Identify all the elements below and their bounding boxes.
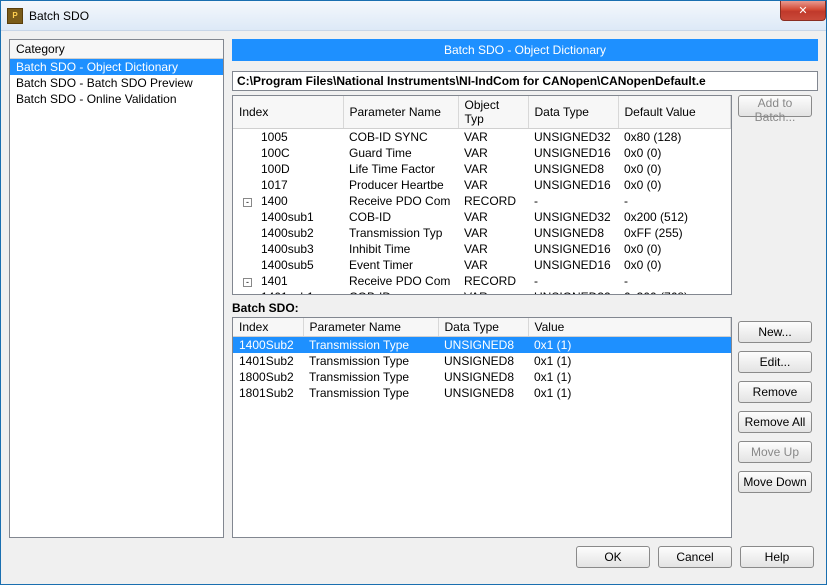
file-path-text: C:\Program Files\National Instruments\NI… (237, 74, 706, 88)
table-row[interactable]: 100CGuard TimeVARUNSIGNED160x0 (0) (233, 145, 731, 161)
table-row[interactable]: 1401Sub2Transmission TypeUNSIGNED80x1 (1… (233, 353, 731, 369)
add-to-batch-button[interactable]: Add to Batch... (738, 95, 812, 117)
bcol-value[interactable]: Value (528, 318, 731, 337)
table-row[interactable]: 1400Sub2Transmission TypeUNSIGNED80x1 (1… (233, 337, 731, 354)
batch-sdo-label: Batch SDO: (232, 301, 818, 315)
new-button[interactable]: New... (738, 321, 812, 343)
sidebar-item-0[interactable]: Batch SDO - Object Dictionary (10, 59, 223, 75)
dialog-footer: OK Cancel Help (9, 538, 818, 576)
edit-button[interactable]: Edit... (738, 351, 812, 373)
window-title: Batch SDO (29, 9, 89, 23)
remove-all-button[interactable]: Remove All (738, 411, 812, 433)
client-area: Category Batch SDO - Object DictionaryBa… (1, 31, 826, 584)
close-button[interactable]: ✕ (780, 1, 826, 21)
batch-buttons: New... Edit... Remove Remove All Move Up… (738, 317, 818, 538)
titlebar: P Batch SDO ✕ (1, 1, 826, 31)
object-dictionary-table[interactable]: Index Parameter Name Object Typ Data Typ… (232, 95, 732, 295)
bcol-pname[interactable]: Parameter Name (303, 318, 438, 337)
content-pane: Batch SDO - Object Dictionary C:\Program… (232, 39, 818, 538)
object-dictionary-area: Index Parameter Name Object Typ Data Typ… (232, 95, 818, 295)
cancel-button[interactable]: Cancel (658, 546, 732, 568)
upper-side-buttons: Add to Batch... (738, 95, 818, 295)
col-pname[interactable]: Parameter Name (343, 96, 458, 129)
table-row[interactable]: 1400sub5Event TimerVARUNSIGNED160x0 (0) (233, 257, 731, 273)
col-otype[interactable]: Object Typ (458, 96, 528, 129)
table-row[interactable]: 1400sub1COB-IDVARUNSIGNED320x200 (512) (233, 209, 731, 225)
page-banner: Batch SDO - Object Dictionary (232, 39, 818, 61)
table-row[interactable]: 1800Sub2Transmission TypeUNSIGNED80x1 (1… (233, 369, 731, 385)
table-row[interactable]: 1400sub2Transmission TypVARUNSIGNED80xFF… (233, 225, 731, 241)
col-index[interactable]: Index (233, 96, 343, 129)
file-path-display: C:\Program Files\National Instruments\NI… (232, 71, 818, 91)
table-row[interactable]: 1401sub1COB-IDVARUNSIGNED320x300 (768) (233, 289, 731, 295)
close-icon: ✕ (798, 4, 807, 17)
move-down-button[interactable]: Move Down (738, 471, 812, 493)
bcol-dtype[interactable]: Data Type (438, 318, 528, 337)
banner-text: Batch SDO - Object Dictionary (444, 43, 606, 57)
table-row[interactable]: -1401Receive PDO ComRECORD-- (233, 273, 731, 289)
main-row: Category Batch SDO - Object DictionaryBa… (9, 39, 818, 538)
table-row[interactable]: 1017Producer HeartbeVARUNSIGNED160x0 (0) (233, 177, 731, 193)
tree-collapse-icon[interactable]: - (243, 278, 252, 287)
table-row[interactable]: 1801Sub2Transmission TypeUNSIGNED80x1 (1… (233, 385, 731, 401)
table-row[interactable]: 100DLife Time FactorVARUNSIGNED80x0 (0) (233, 161, 731, 177)
bcol-index[interactable]: Index (233, 318, 303, 337)
app-icon: P (7, 8, 23, 24)
help-button[interactable]: Help (740, 546, 814, 568)
batch-sdo-table[interactable]: Index Parameter Name Data Type Value 140… (232, 317, 732, 538)
batch-sdo-window: P Batch SDO ✕ Category Batch SDO - Objec… (0, 0, 827, 585)
sidebar-item-2[interactable]: Batch SDO - Online Validation (10, 91, 223, 107)
ok-button[interactable]: OK (576, 546, 650, 568)
sidebar-item-1[interactable]: Batch SDO - Batch SDO Preview (10, 75, 223, 91)
remove-button[interactable]: Remove (738, 381, 812, 403)
tree-collapse-icon[interactable]: - (243, 198, 252, 207)
col-default[interactable]: Default Value (618, 96, 731, 129)
table-row[interactable]: 1005COB-ID SYNCVARUNSIGNED320x80 (128) (233, 129, 731, 146)
category-sidebar: Category Batch SDO - Object DictionaryBa… (9, 39, 224, 538)
col-dtype[interactable]: Data Type (528, 96, 618, 129)
table-row[interactable]: 1400sub3Inhibit TimeVARUNSIGNED160x0 (0) (233, 241, 731, 257)
category-header: Category (10, 40, 223, 59)
move-up-button[interactable]: Move Up (738, 441, 812, 463)
batch-sdo-area: Index Parameter Name Data Type Value 140… (232, 317, 818, 538)
table-row[interactable]: -1400Receive PDO ComRECORD-- (233, 193, 731, 209)
